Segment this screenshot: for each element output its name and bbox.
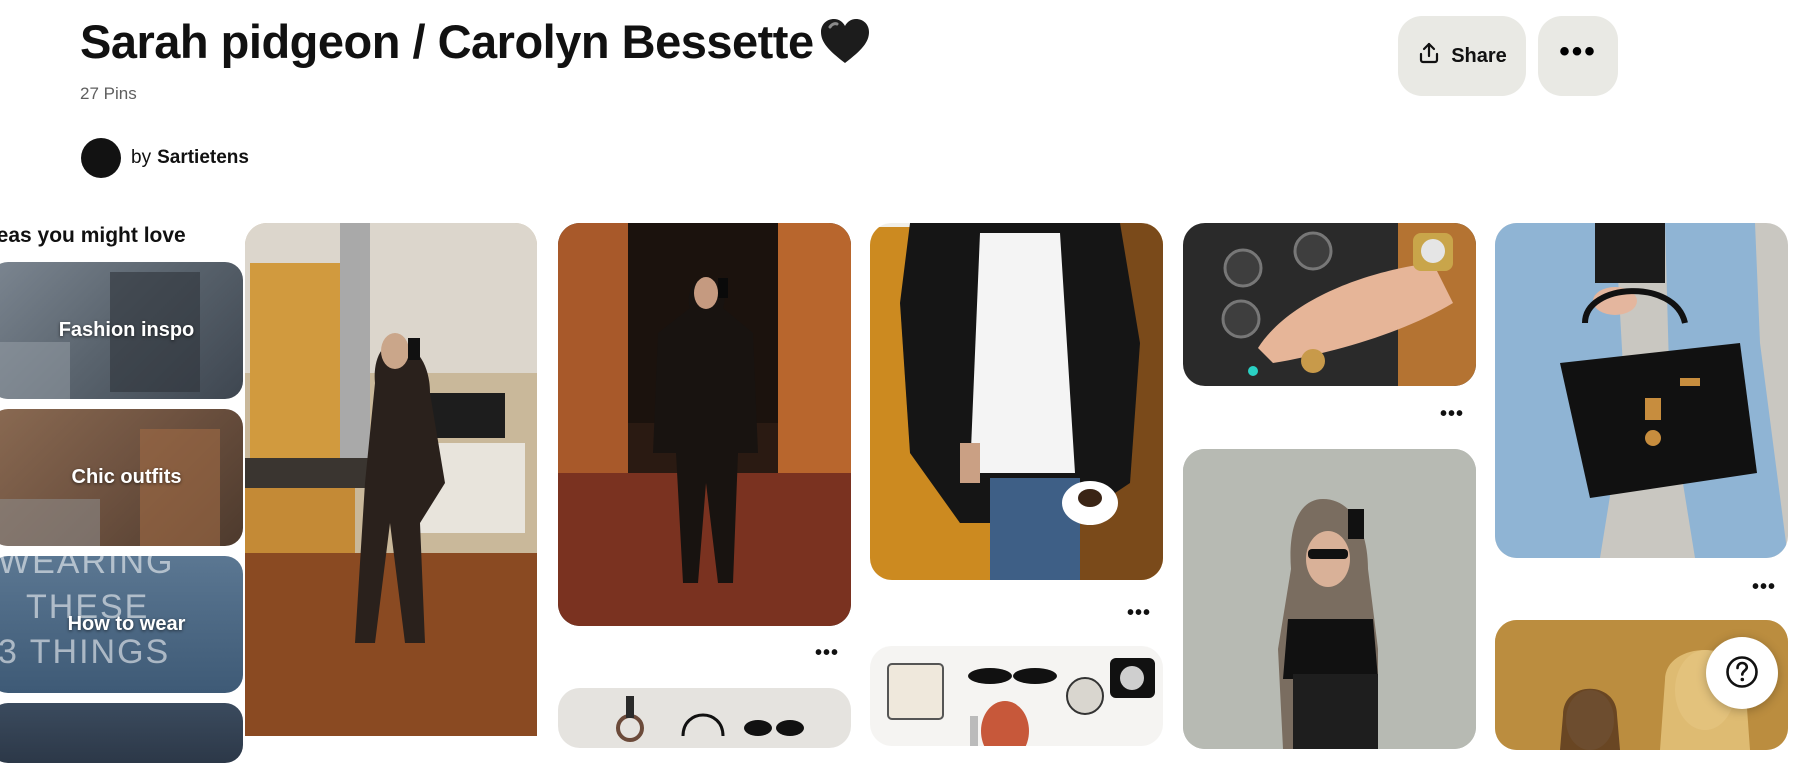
- help-button[interactable]: [1706, 637, 1778, 709]
- pin-image[interactable]: [1495, 223, 1788, 558]
- pin-more-options[interactable]: •••: [1440, 404, 1464, 424]
- ellipsis-icon: •••: [1559, 35, 1597, 68]
- idea-card-label: Fashion inspo: [58, 319, 195, 341]
- pin-image[interactable]: [558, 688, 851, 748]
- pin-more-options[interactable]: •••: [1752, 577, 1776, 597]
- board-title-text: Sarah pidgeon / Carolyn Bessette: [80, 15, 814, 68]
- pin-image[interactable]: [245, 223, 537, 736]
- idea-card-partial[interactable]: [0, 703, 243, 763]
- board-title: Sarah pidgeon / Carolyn Bessette: [80, 14, 872, 69]
- owner-prefix: by: [131, 147, 152, 168]
- pin-image[interactable]: [870, 223, 1163, 580]
- pin-image[interactable]: [870, 646, 1163, 746]
- pin-image[interactable]: [1183, 449, 1476, 749]
- ideas-heading: Ideas you might love: [0, 224, 186, 248]
- pin-more-options[interactable]: •••: [1127, 603, 1151, 623]
- pin-more-options[interactable]: •••: [815, 643, 839, 663]
- idea-card-chic-outfits[interactable]: Chic outfits: [0, 409, 243, 546]
- share-upload-icon: [1417, 41, 1441, 71]
- owner-name[interactable]: Sartietens: [157, 147, 249, 169]
- share-button[interactable]: Share: [1398, 16, 1526, 96]
- black-heart-icon: [818, 17, 872, 67]
- idea-card-how-to-wear[interactable]: WEARING THESE 3 THINGS How to wear: [0, 556, 243, 693]
- overlay-line-3: 3 THINGS: [0, 633, 171, 671]
- share-label: Share: [1451, 44, 1507, 67]
- question-mark-icon: [1725, 655, 1759, 692]
- board-owner[interactable]: by Sartietens: [81, 138, 249, 178]
- idea-card-label: Chic outfits: [71, 466, 182, 488]
- idea-card-label: How to wear: [67, 613, 186, 635]
- ideas-heading-text: Ideas you might love: [0, 224, 186, 247]
- pin-image[interactable]: [1183, 223, 1476, 386]
- idea-card-fashion-inspo[interactable]: Fashion inspo: [0, 262, 243, 399]
- more-options-button[interactable]: •••: [1538, 16, 1618, 96]
- avatar[interactable]: [81, 138, 121, 178]
- pin-image[interactable]: [558, 223, 851, 626]
- pin-count: 27 Pins: [80, 84, 137, 103]
- overlay-line-1: WEARING: [0, 556, 175, 581]
